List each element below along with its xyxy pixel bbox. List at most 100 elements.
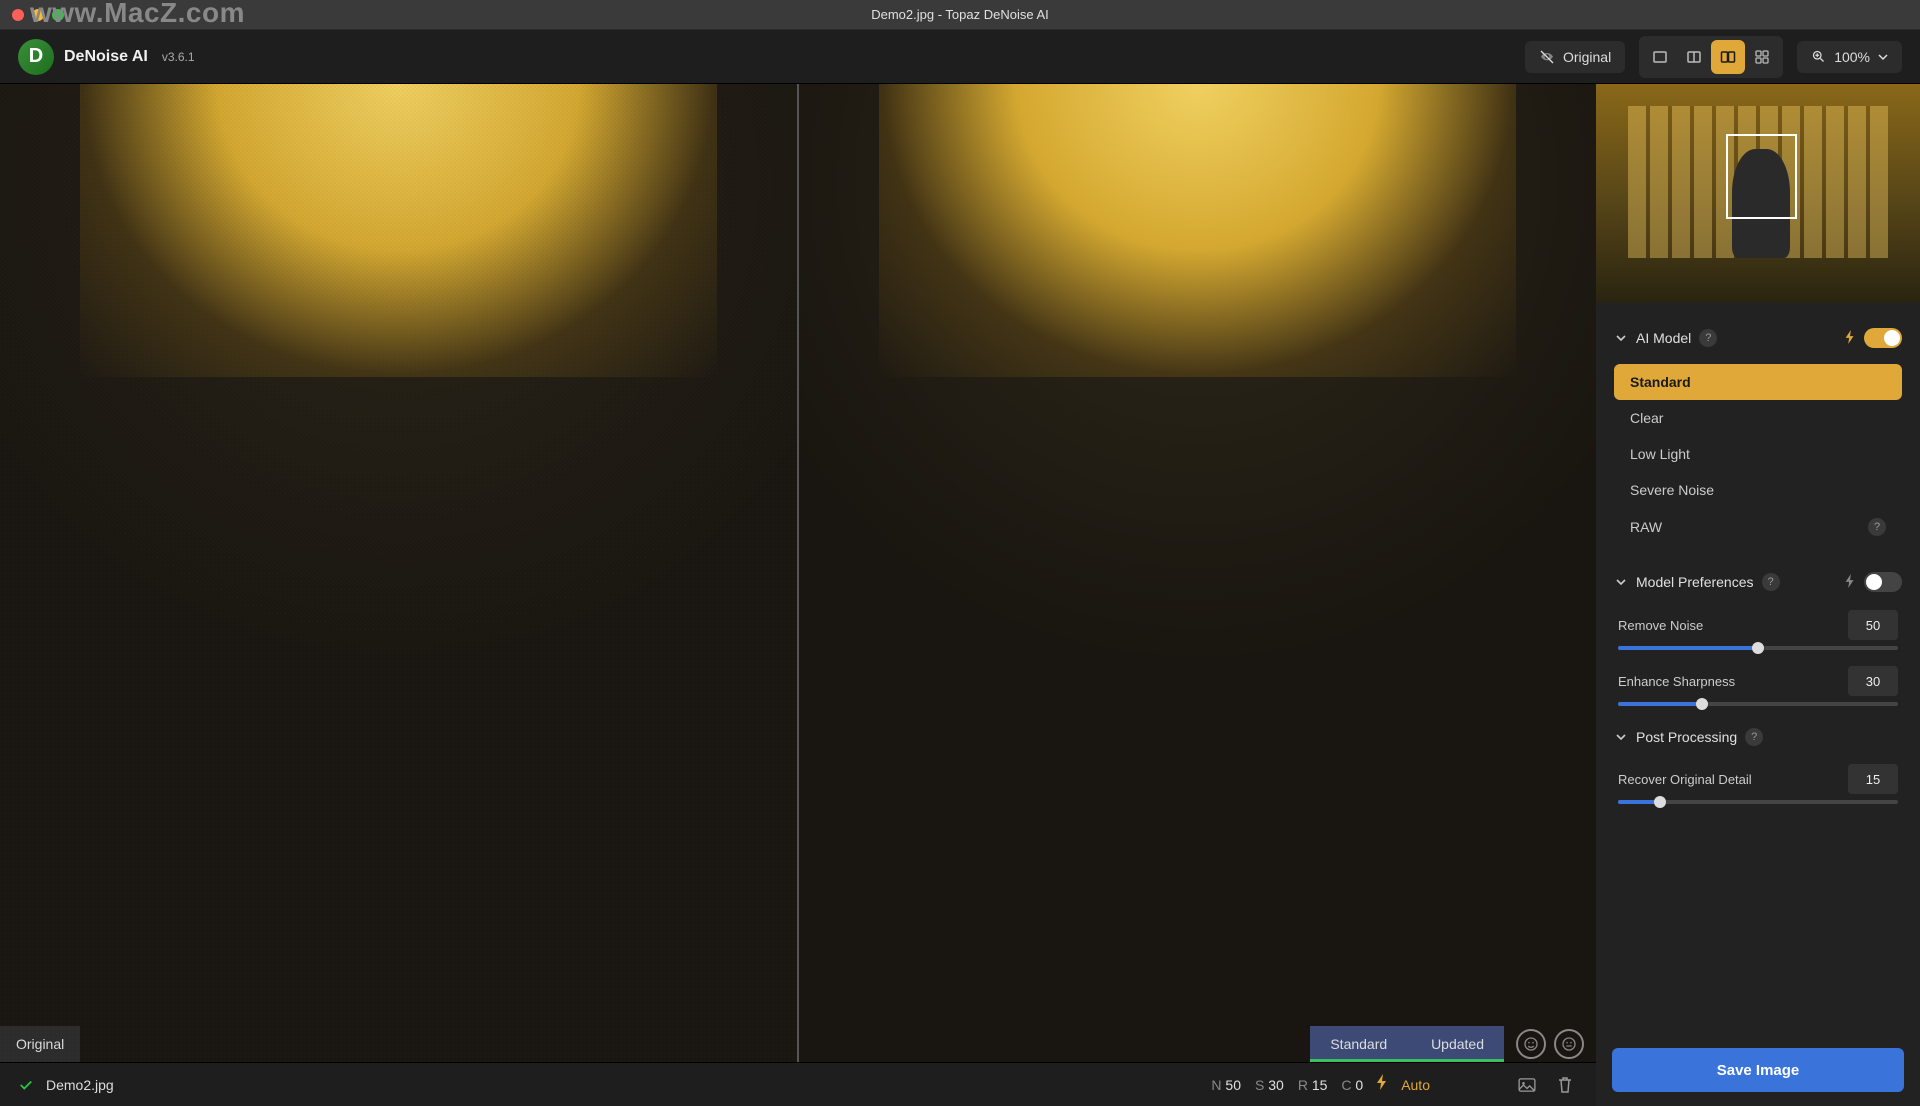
post-processing-title: Post Processing	[1636, 729, 1737, 745]
app-name: DeNoise AI	[64, 48, 148, 66]
eye-off-icon	[1539, 49, 1555, 65]
ai-model-help[interactable]: ?	[1699, 329, 1717, 347]
zoom-icon	[1811, 49, 1826, 64]
export-button[interactable]	[1514, 1072, 1540, 1098]
ai-model-title: AI Model	[1636, 330, 1691, 346]
main-area: Original Standard Updated	[0, 84, 1920, 1106]
enhance-sharpness-value[interactable]: 30	[1848, 666, 1898, 696]
app-logo: D	[18, 39, 54, 75]
processed-pane[interactable]: Standard Updated	[799, 84, 1596, 1062]
remove-noise-slider[interactable]	[1618, 646, 1898, 650]
original-chip: Original	[0, 1026, 80, 1062]
side-by-side-icon	[1720, 49, 1736, 65]
status-overlay: Standard Updated	[1310, 1026, 1596, 1062]
model-prefs-help[interactable]: ?	[1762, 573, 1780, 591]
model-label: Standard	[1630, 374, 1691, 390]
app-brand: D DeNoise AI v3.6.1	[18, 39, 195, 75]
save-image-button[interactable]: Save Image	[1612, 1048, 1904, 1092]
recover-detail-value[interactable]: 15	[1848, 764, 1898, 794]
model-label: RAW	[1630, 519, 1662, 535]
view-single-button[interactable]	[1643, 40, 1677, 74]
recover-detail-slider[interactable]	[1618, 800, 1898, 804]
ai-model-header: AI Model ?	[1596, 314, 1920, 358]
params-readout: N 50 S 30 R 15 C 0	[1211, 1077, 1363, 1093]
rate-bad-button[interactable]	[1554, 1029, 1584, 1059]
model-label: Severe Noise	[1630, 482, 1714, 498]
bolt-icon	[1844, 574, 1856, 591]
model-prefs-collapse[interactable]	[1614, 575, 1628, 589]
param-r-value: 15	[1312, 1077, 1328, 1093]
bolt-icon	[1844, 330, 1856, 347]
canvas-area: Original Standard Updated	[0, 84, 1596, 1106]
view-mode-group	[1639, 36, 1783, 78]
navigator[interactable]	[1596, 84, 1920, 302]
bottom-bar: Demo2.jpg N 50 S 30 R 15 C 0 Auto	[0, 1062, 1596, 1106]
chevron-down-icon	[1878, 52, 1888, 62]
enhance-sharpness-slider[interactable]	[1618, 702, 1898, 706]
right-panel: AI Model ? Standard Clear Low Light Seve…	[1596, 84, 1920, 1106]
single-view-icon	[1652, 49, 1668, 65]
panel-body: AI Model ? Standard Clear Low Light Seve…	[1596, 302, 1920, 1034]
enhance-sharpness-label: Enhance Sharpness	[1618, 674, 1836, 689]
model-label: Low Light	[1630, 446, 1690, 462]
param-c-label: C	[1341, 1077, 1355, 1093]
view-grid-button[interactable]	[1745, 40, 1779, 74]
post-processing-header: Post Processing ?	[1596, 714, 1920, 756]
recover-detail-block: Recover Original Detail 15	[1596, 756, 1920, 812]
zoom-value: 100%	[1834, 49, 1870, 65]
model-severe-noise[interactable]: Severe Noise	[1614, 472, 1902, 508]
save-row: Save Image	[1596, 1034, 1920, 1106]
original-toggle-button[interactable]: Original	[1525, 41, 1625, 73]
delete-button[interactable]	[1552, 1072, 1578, 1098]
image-icon	[1518, 1078, 1536, 1092]
meh-icon	[1561, 1036, 1577, 1052]
titlebar: Demo2.jpg - Topaz DeNoise AI	[0, 0, 1920, 30]
param-n-label: N	[1211, 1077, 1225, 1093]
auto-label: Auto	[1401, 1077, 1430, 1093]
model-status-label: Standard	[1330, 1036, 1387, 1052]
recover-detail-label: Recover Original Detail	[1618, 772, 1836, 787]
trash-icon	[1558, 1077, 1572, 1093]
toolbar: D DeNoise AI v3.6.1 Original 100%	[0, 30, 1920, 84]
ai-model-collapse[interactable]	[1614, 331, 1628, 345]
param-s-label: S	[1255, 1077, 1268, 1093]
watermark: www.MacZ.com	[30, 0, 245, 29]
check-icon	[18, 1077, 34, 1093]
split-v-icon	[1686, 49, 1702, 65]
post-processing-collapse[interactable]	[1614, 730, 1628, 744]
model-list: Standard Clear Low Light Severe Noise RA…	[1596, 358, 1920, 558]
bolt-icon	[1375, 1074, 1389, 1095]
post-processing-help[interactable]: ?	[1745, 728, 1763, 746]
model-clear[interactable]: Clear	[1614, 400, 1902, 436]
model-standard[interactable]: Standard	[1614, 364, 1902, 400]
window-close-button[interactable]	[12, 9, 24, 21]
view-split-v-button[interactable]	[1677, 40, 1711, 74]
grid-icon	[1754, 49, 1770, 65]
remove-noise-value[interactable]: 50	[1848, 610, 1898, 640]
model-status-chip[interactable]: Standard Updated	[1310, 1026, 1504, 1062]
zoom-dropdown[interactable]: 100%	[1797, 41, 1902, 73]
model-low-light[interactable]: Low Light	[1614, 436, 1902, 472]
rate-good-button[interactable]	[1516, 1029, 1546, 1059]
param-c-value: 0	[1355, 1077, 1363, 1093]
window-title: Demo2.jpg - Topaz DeNoise AI	[871, 7, 1049, 22]
split-view[interactable]: Original Standard Updated	[0, 84, 1596, 1062]
model-prefs-auto-toggle[interactable]	[1864, 572, 1902, 592]
raw-help[interactable]: ?	[1868, 518, 1886, 536]
param-r-label: R	[1298, 1077, 1312, 1093]
smile-icon	[1523, 1036, 1539, 1052]
param-n-value: 50	[1225, 1077, 1241, 1093]
chevron-down-icon	[1616, 333, 1626, 343]
navigator-viewport-rect[interactable]	[1726, 134, 1797, 219]
filename: Demo2.jpg	[46, 1077, 114, 1093]
model-raw[interactable]: RAW?	[1614, 508, 1902, 546]
param-s-value: 30	[1268, 1077, 1284, 1093]
remove-noise-label: Remove Noise	[1618, 618, 1836, 633]
view-side-by-side-button[interactable]	[1711, 40, 1745, 74]
progress-bar	[1310, 1059, 1504, 1062]
model-prefs-header: Model Preferences ?	[1596, 558, 1920, 602]
original-pane[interactable]: Original	[0, 84, 797, 1062]
ai-model-auto-toggle[interactable]	[1864, 328, 1902, 348]
original-label: Original	[1563, 49, 1611, 65]
model-label: Clear	[1630, 410, 1663, 426]
